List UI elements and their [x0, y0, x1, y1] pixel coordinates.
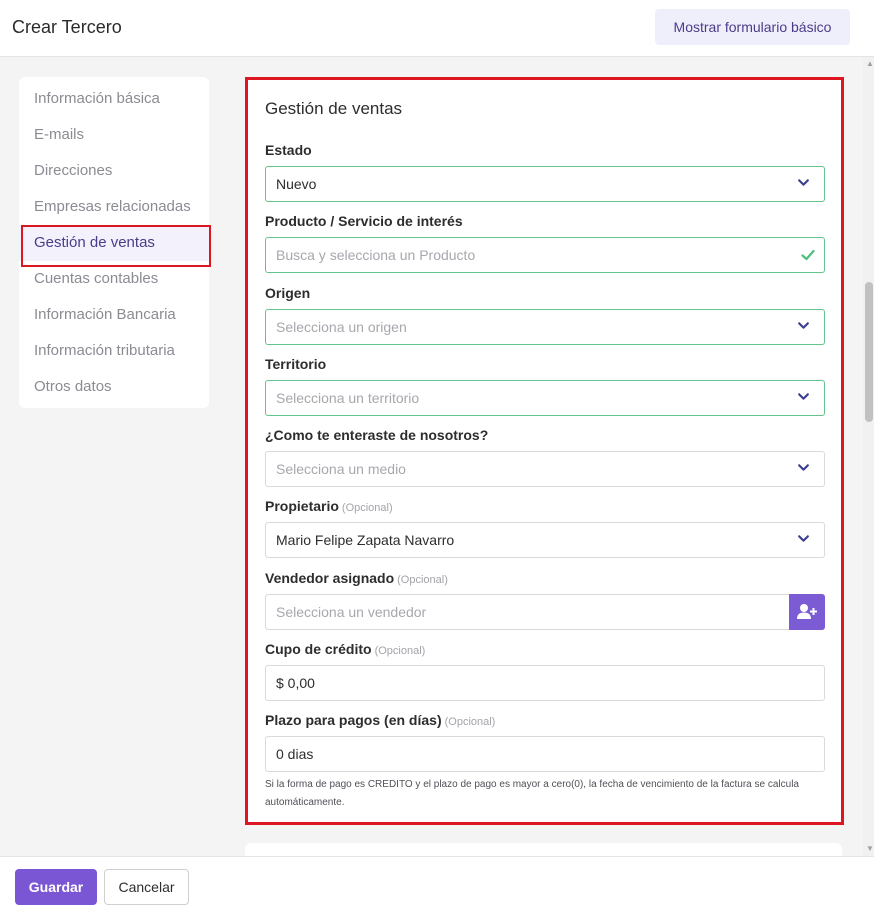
section-nav: Información básica E-mails Direcciones E… — [19, 77, 211, 408]
section-title: Gestión de ventas — [265, 99, 403, 118]
nav-item-emails[interactable]: E-mails — [19, 117, 209, 153]
plazo-field: Plazo para pagos (en días) (Opcional) 0 d… — [265, 712, 825, 812]
medio-field: ¿Como te enteraste de nosotros? Seleccio… — [265, 427, 825, 487]
sales-management-section: Gestión de ventas Estado Nuevo Producto … — [245, 77, 844, 825]
origen-field: Origen Selecciona un origen — [265, 285, 825, 345]
cancel-button[interactable]: Cancelar — [104, 869, 189, 905]
cupo-label: Cupo de crédito — [265, 641, 372, 657]
medio-placeholder: Selecciona un medio — [276, 461, 406, 477]
propietario-select[interactable]: Mario Felipe Zapata Navarro — [265, 522, 825, 558]
page-title: Crear Tercero — [12, 17, 122, 37]
nav-item-gestion-de-ventas[interactable]: Gestión de ventas — [19, 225, 211, 267]
plazo-value: 0 dias — [276, 746, 314, 762]
producto-label: Producto / Servicio de interés — [265, 213, 463, 229]
estado-field: Estado Nuevo — [265, 142, 825, 202]
territorio-select[interactable]: Selecciona un territorio — [265, 380, 825, 416]
propietario-label: Propietario — [265, 498, 339, 514]
nav-item-informacion-basica[interactable]: Información básica — [19, 81, 209, 117]
vendedor-field: Vendedor asignado (Opcional) Selecciona u… — [265, 570, 825, 630]
estado-label: Estado — [265, 142, 312, 158]
vendedor-select[interactable]: Selecciona un vendedor — [265, 594, 825, 630]
origen-placeholder: Selecciona un origen — [276, 319, 407, 335]
plazo-input[interactable]: 0 dias — [265, 736, 825, 772]
nav-item-informacion-bancaria[interactable]: Información Bancaria — [19, 297, 209, 333]
nav-item-empresas-relacionadas[interactable]: Empresas relacionadas — [19, 189, 209, 225]
optional-tag: (Opcional) — [444, 716, 496, 728]
add-vendedor-button[interactable] — [789, 594, 825, 630]
top-bar: Crear Tercero Mostrar formulario básico — [0, 0, 874, 57]
scrollbar-thumb[interactable] — [865, 282, 873, 422]
nav-item-cuentas-contables[interactable]: Cuentas contables — [19, 261, 209, 297]
nav-item-otros-datos[interactable]: Otros datos — [19, 369, 209, 405]
footer-bar: Guardar Cancelar — [0, 856, 874, 914]
chevron-down-icon — [798, 322, 809, 329]
add-user-icon — [797, 604, 817, 619]
propietario-field: Propietario (Opcional) Mario Felipe Zapat… — [265, 498, 825, 558]
plazo-hint: Si la forma de pago es CREDITO y el plaz… — [265, 779, 799, 808]
producto-field: Producto / Servicio de interés Busca y s… — [265, 213, 825, 273]
territorio-label: Territorio — [265, 356, 327, 372]
cupo-input[interactable]: $ 0,00 — [265, 665, 825, 701]
medio-label: ¿Como te enteraste de nosotros? — [265, 427, 489, 443]
optional-tag: (Opcional) — [374, 645, 426, 657]
origen-select[interactable]: Selecciona un origen — [265, 309, 825, 345]
nav-item-direcciones[interactable]: Direcciones — [19, 153, 209, 189]
plazo-label: Plazo para pagos (en días) — [265, 712, 442, 728]
chevron-down-icon — [798, 535, 809, 542]
origen-label: Origen — [265, 285, 311, 301]
medio-select[interactable]: Selecciona un medio — [265, 451, 825, 487]
optional-tag: (Opcional) — [397, 574, 448, 586]
chevron-down-icon — [798, 393, 809, 400]
chevron-down-icon — [798, 464, 809, 471]
estado-select[interactable]: Nuevo — [265, 166, 825, 202]
producto-placeholder: Busca y selecciona un Producto — [276, 247, 476, 263]
scroll-down-arrow-icon[interactable]: ▼ — [866, 844, 874, 853]
territorio-placeholder: Selecciona un territorio — [276, 390, 420, 406]
nav-item-informacion-tributaria[interactable]: Información tributaria — [19, 333, 209, 369]
chevron-down-icon — [798, 179, 809, 186]
check-icon — [801, 249, 815, 261]
cupo-field: Cupo de crédito (Opcional) $ 0,00 — [265, 641, 825, 701]
scroll-up-arrow-icon[interactable]: ▲ — [866, 59, 874, 68]
cupo-value: $ 0,00 — [276, 675, 315, 691]
scrollbar[interactable] — [863, 57, 874, 856]
producto-search-select[interactable]: Busca y selecciona un Producto — [265, 237, 825, 273]
estado-value: Nuevo — [276, 176, 317, 192]
vendedor-placeholder: Selecciona un vendedor — [276, 604, 427, 620]
territorio-field: Territorio Selecciona un territorio — [265, 356, 825, 416]
show-basic-form-button[interactable]: Mostrar formulario básico — [655, 9, 850, 45]
propietario-value: Mario Felipe Zapata Navarro — [276, 532, 455, 548]
optional-tag: (Opcional) — [341, 502, 393, 514]
save-button[interactable]: Guardar — [15, 869, 97, 905]
vendedor-label: Vendedor asignado — [265, 570, 395, 586]
